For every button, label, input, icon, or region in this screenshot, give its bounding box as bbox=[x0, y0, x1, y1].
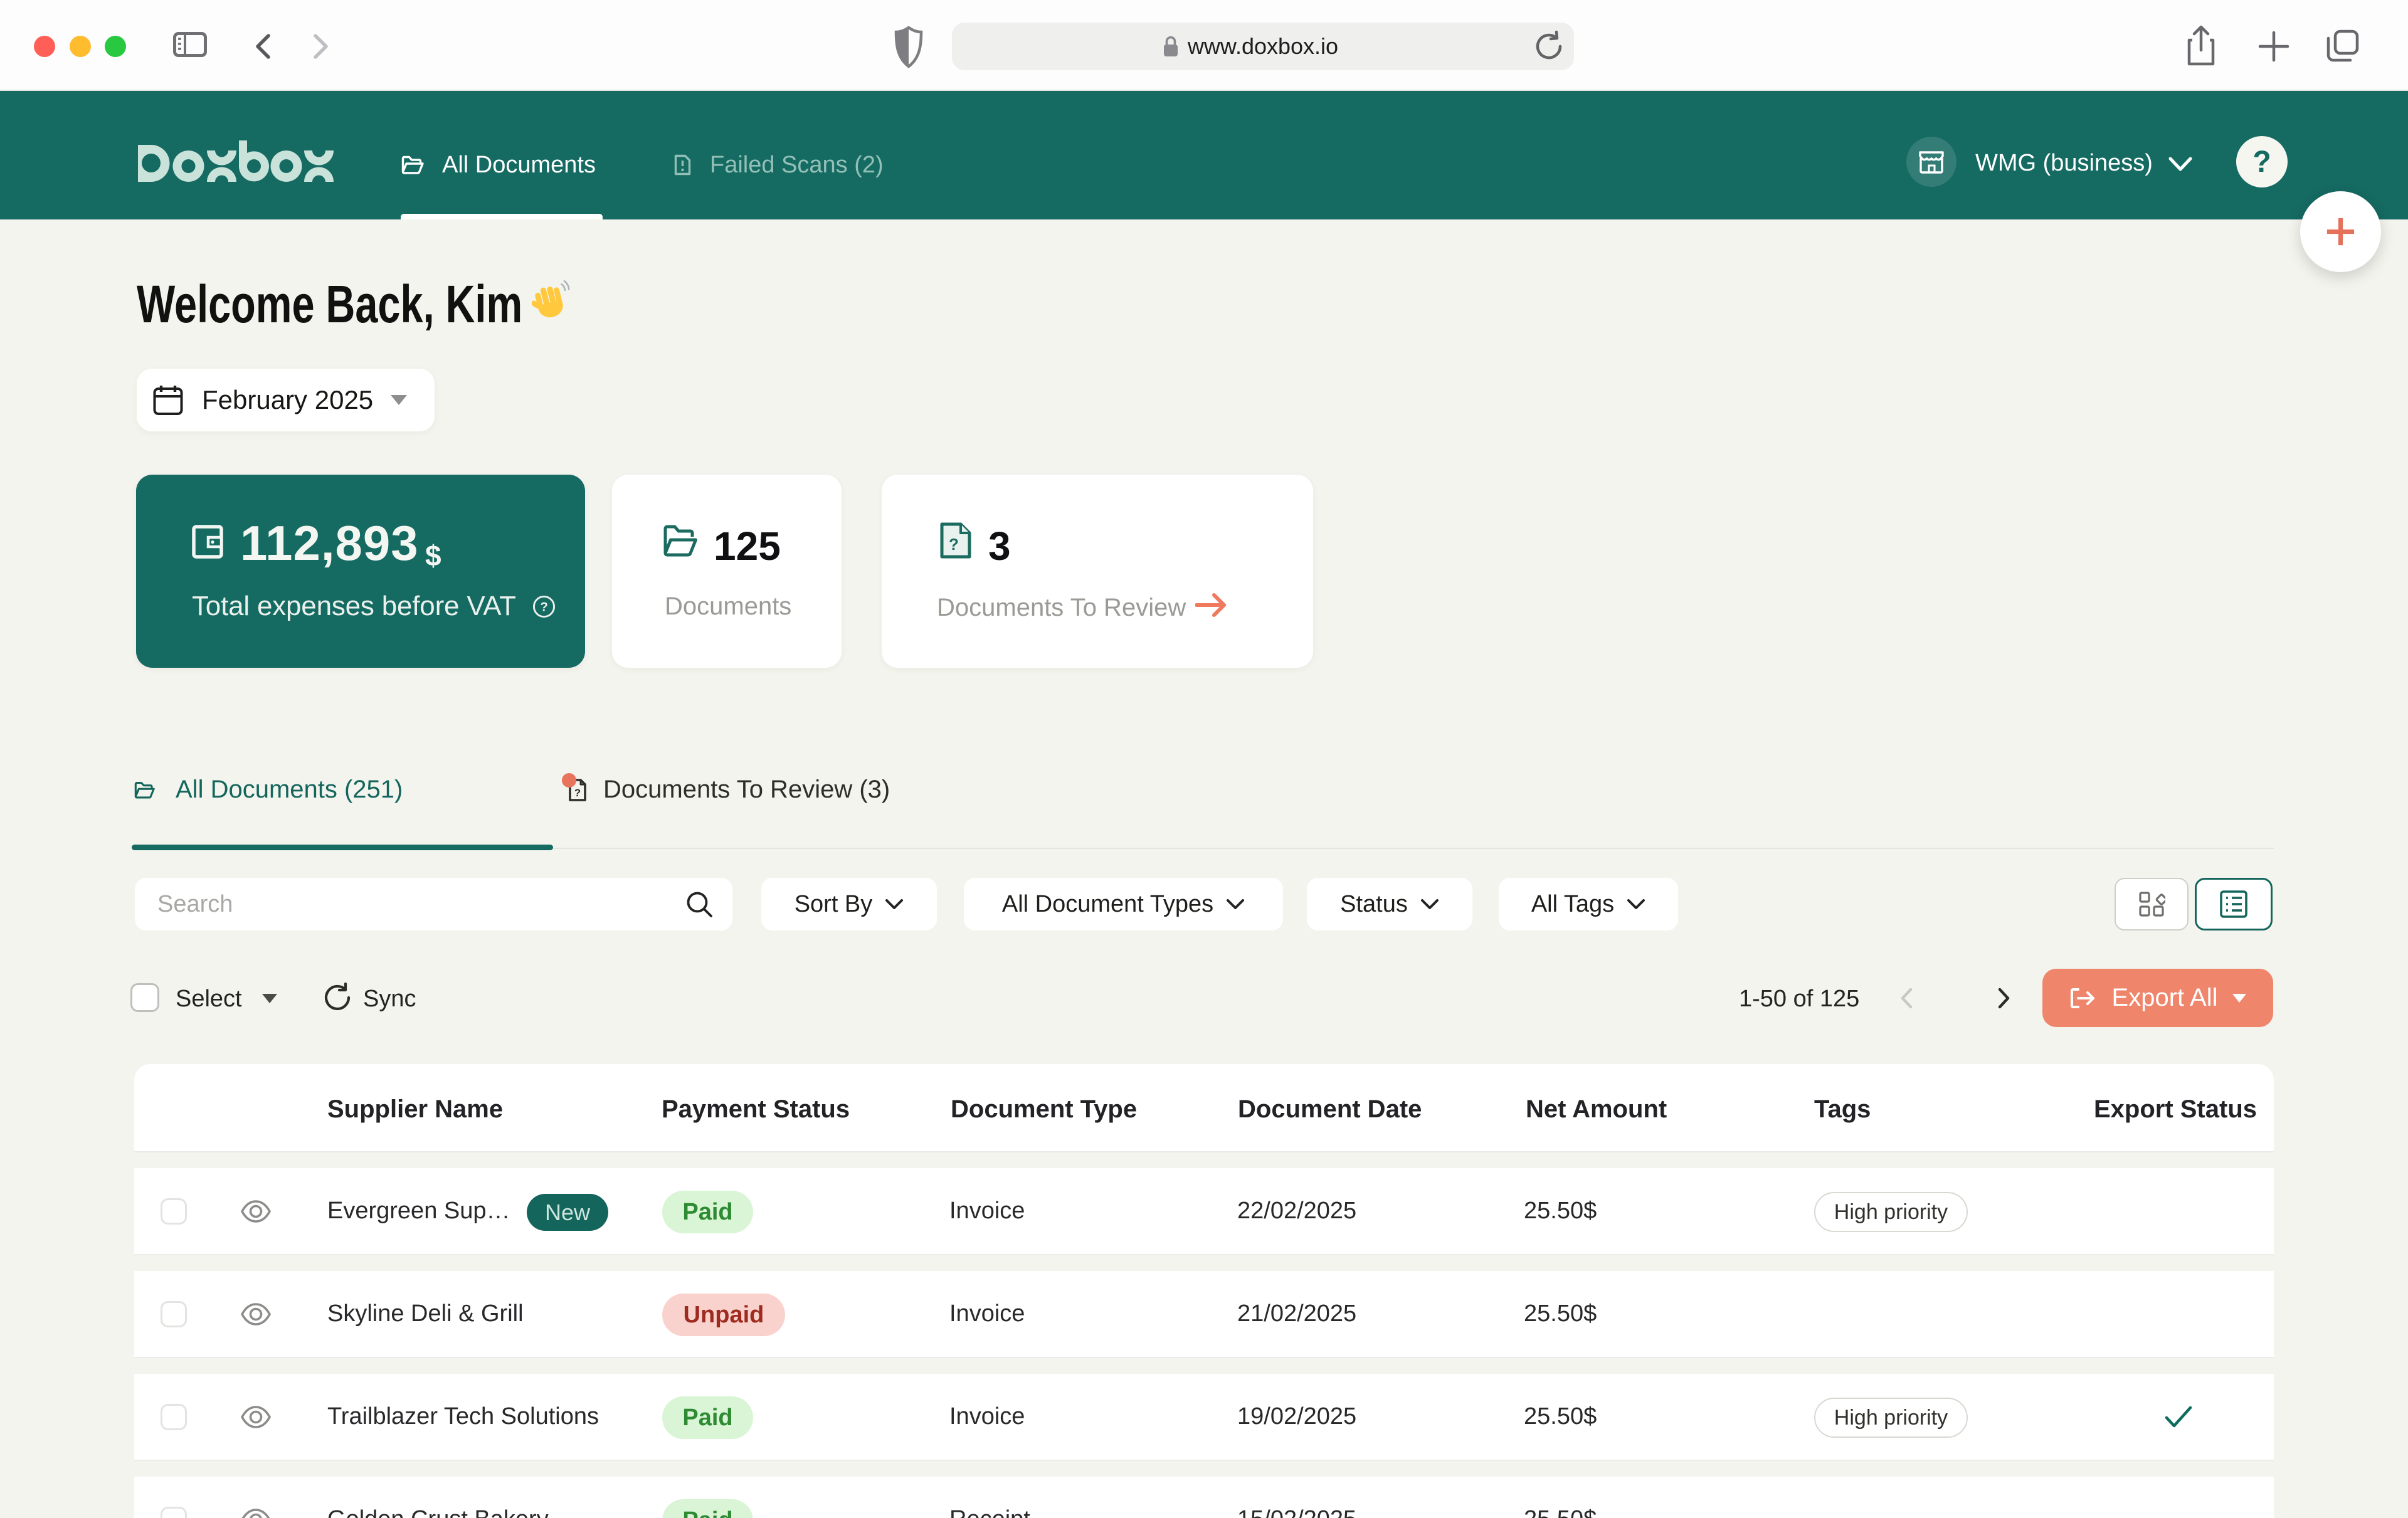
svg-text:?: ? bbox=[574, 787, 581, 799]
svg-text:?: ? bbox=[949, 535, 959, 554]
svg-text:?: ? bbox=[540, 599, 547, 614]
